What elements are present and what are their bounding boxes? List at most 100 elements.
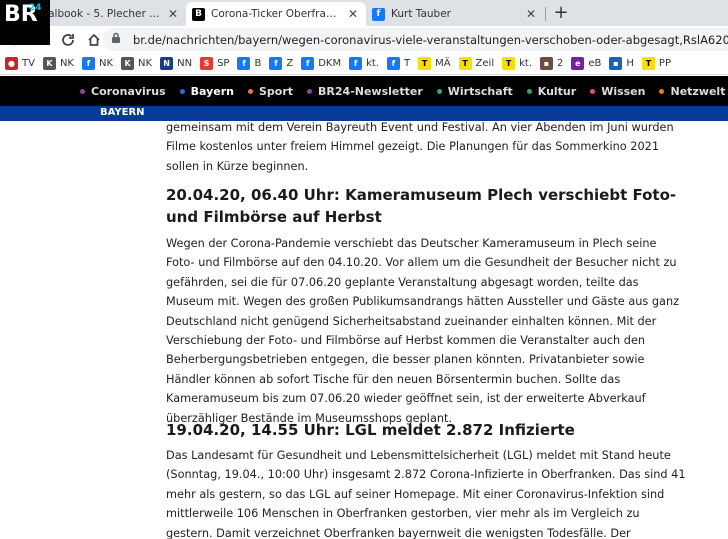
nav-item-netzwelt[interactable]: Netzwelt <box>659 85 725 98</box>
browser-toolbar: br.de/nachrichten/bayern/wegen-coronavir… <box>0 26 728 53</box>
entry-body: Das Landesamt für Gesundheit und Lebensm… <box>166 449 686 539</box>
bullet-dot-icon <box>80 88 85 94</box>
tab-title: Kurt Tauber <box>391 8 451 20</box>
facebook-icon: f <box>237 57 251 70</box>
main-navigation: Coronavirus Bayern Sport BR24-Newsletter Wir… <box>80 76 728 106</box>
nav-item-br24-newsletter[interactable]: BR24-Newsletter <box>307 85 423 98</box>
sp-icon: S <box>200 57 214 70</box>
reload-button[interactable] <box>56 28 80 52</box>
nav-label: Kultur <box>537 84 577 98</box>
facebook-icon: f <box>349 57 363 70</box>
address-bar[interactable]: br.de/nachrichten/bayern/wegen-coronavir… <box>103 28 728 51</box>
eb-icon: e <box>571 57 585 70</box>
reload-icon <box>62 33 74 46</box>
bookmark-item[interactable]: T MÄ <box>413 57 453 70</box>
tab-divider <box>545 7 546 21</box>
bookmark-label: DKM <box>318 58 342 69</box>
facebook-icon: f <box>82 57 95 70</box>
bookmark-item[interactable]: ▪ 2 <box>535 57 566 70</box>
bookmark-label: NN <box>177 58 193 69</box>
facebook-icon: f <box>301 57 315 70</box>
facebook-icon: f <box>372 7 385 21</box>
home-icon <box>88 33 100 46</box>
entry-heading: 19.04.20, 14.55 Uhr: LGL meldet 2.872 In… <box>166 421 575 439</box>
bookmark-label: PP <box>658 58 671 69</box>
lock-icon[interactable] <box>111 32 123 47</box>
bookmark-item[interactable]: ● TV <box>0 57 38 70</box>
bookmark-item[interactable]: T PP <box>637 57 674 70</box>
bookmark-label: T <box>403 58 411 69</box>
close-icon[interactable]: ✕ <box>166 7 180 21</box>
bookmark-label: TV <box>22 58 35 69</box>
bookmark-label: H <box>626 58 634 69</box>
bookmark-label: NK <box>59 58 74 69</box>
article-intro: gemeinsam mit dem Verein Bayreuth Event … <box>166 121 674 173</box>
bookmark-item[interactable]: T Zeil <box>454 57 498 70</box>
nav-label: Coronavirus <box>91 84 166 98</box>
bookmark-label: B <box>254 58 262 69</box>
bookmark-label: Z <box>286 58 294 69</box>
bookmark-item[interactable]: f NK <box>77 57 116 70</box>
facebook-icon: f <box>386 57 400 70</box>
close-icon[interactable]: ✕ <box>346 7 360 21</box>
bookmark-label: MÄ <box>435 58 451 69</box>
bookmarks-bar: ● TV K NK f NK K NK N NN S SP f Bf Zf DKM f kt. f T T MÄ T Zeil… <box>0 53 728 75</box>
bookmark-item[interactable]: f kt. <box>344 57 382 70</box>
bullet-dot-icon <box>590 88 596 94</box>
nav-label: Netzwelt <box>670 84 726 98</box>
nav-item-wissen[interactable]: Wissen <box>590 85 645 98</box>
tab-strip: lb localbook - 5. Plecher Foto- und K ✕ … <box>0 0 728 26</box>
bookmark-item[interactable]: Tkt. <box>497 57 535 70</box>
bookmark-label: 2 <box>557 58 564 69</box>
bookmark-item[interactable]: K NK <box>116 57 155 70</box>
tab-title: Corona-Ticker Oberfranken: Uni B <box>211 8 342 20</box>
bookmark-item[interactable]: K NK <box>38 57 77 70</box>
nav-item-sport[interactable]: Sport <box>247 84 294 98</box>
bullet-dot-icon <box>436 88 442 94</box>
bookmark-label: eB <box>588 58 602 69</box>
nav-item-bayern[interactable]: Bayern <box>179 84 234 98</box>
url-text: br.de/nachrichten/bayern/wegen-coronavir… <box>133 32 728 47</box>
bookmark-item[interactable]: e eB <box>566 57 604 70</box>
bookmark-label: Zeil <box>475 58 495 69</box>
bookmark-label: NK <box>138 58 153 69</box>
nk-icon: K <box>121 57 135 70</box>
nav-label: BR24-Newsletter <box>318 84 423 98</box>
close-icon[interactable]: ✕ <box>524 7 538 21</box>
nav-label: Bayern <box>190 84 234 98</box>
bullet-dot-icon <box>307 88 313 94</box>
t-icon: T <box>418 57 432 70</box>
bullet-dot-icon <box>526 88 532 94</box>
nk-icon: K <box>42 57 56 70</box>
nav-item-kultur[interactable]: Kultur <box>526 84 577 98</box>
bookmark-label: NK <box>99 58 114 69</box>
tab-kurt-tauber[interactable]: f Kurt Tauber ✕ <box>366 2 544 26</box>
bookmark-item[interactable]: fB <box>232 57 264 70</box>
logo-suffix: 24 <box>29 3 42 13</box>
tv-icon: ● <box>5 57 18 70</box>
nav-label: Wirtschaft <box>447 84 513 98</box>
nn-icon: N <box>160 57 174 70</box>
bookmark-icon: ▪ <box>540 57 553 70</box>
facebook-icon: f <box>269 57 283 70</box>
nav-item-wirtschaft[interactable]: Wirtschaft <box>436 84 513 98</box>
entry-body: Wegen der Corona-Pandemie verschiebt das… <box>166 237 680 425</box>
nav-item-coronavirus[interactable]: Coronavirus <box>80 85 166 98</box>
br24-logo[interactable]: BR 24 <box>0 0 50 45</box>
bookmark-item[interactable]: f DKM <box>296 57 344 70</box>
bookmark-item[interactable]: fT <box>382 57 413 70</box>
tab-corona-ticker[interactable]: B Corona-Ticker Oberfranken: Uni B ✕ <box>186 2 366 26</box>
bookmark-label: kt. <box>519 58 532 69</box>
t-icon: T <box>641 57 655 70</box>
bookmark-item[interactable]: S SP <box>195 57 232 70</box>
bookmark-item[interactable]: ▪ H <box>604 57 637 70</box>
nav-label: Sport <box>258 84 294 98</box>
site-header: Coronavirus Bayern Sport BR24-Newsletter Wir… <box>0 76 728 106</box>
t-icon: T <box>458 57 472 70</box>
bookmark-item[interactable]: N NN <box>155 57 195 70</box>
br-icon: B <box>192 7 205 21</box>
new-tab-button[interactable]: + <box>550 3 572 25</box>
section-label[interactable]: BAYERN <box>100 107 145 118</box>
bullet-dot-icon <box>247 88 253 94</box>
bookmark-item[interactable]: fZ <box>264 57 296 70</box>
